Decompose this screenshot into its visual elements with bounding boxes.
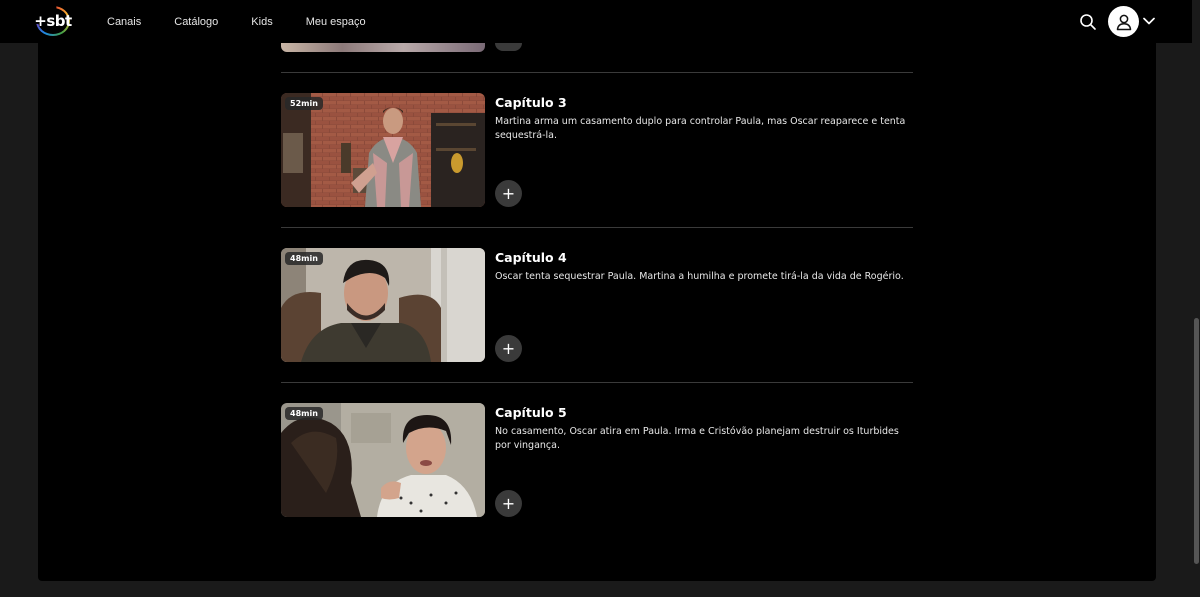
previous-episode-add-button[interactable] [495,43,522,51]
episode-divider [281,72,913,73]
episode-4-image [281,248,485,362]
top-navigation-bar: +sbt Canais Catálogo Kids Meu espaço [0,0,1200,43]
add-to-list-button[interactable]: + [495,180,522,207]
episode-title[interactable]: Capítulo 4 [495,250,567,265]
logo-text: +sbt [34,12,72,30]
previous-episode-thumbnail[interactable] [281,43,485,52]
episode-thumbnail[interactable]: 48min [281,248,485,362]
episode-thumbnail[interactable]: 48min [281,403,485,517]
sbt-logo[interactable]: +sbt [34,6,72,36]
search-icon[interactable] [1079,13,1097,31]
user-icon [1116,14,1131,30]
scrollbar-thumb[interactable] [1194,318,1199,564]
duration-badge: 48min [285,407,323,420]
episode-description: Oscar tenta sequestrar Paula. Martina a … [495,271,904,282]
episode-description: Martina arma um casamento duplo para con… [495,116,906,141]
chevron-down-icon[interactable] [1142,15,1156,27]
episode-divider [281,227,913,228]
nav-item-canais[interactable]: Canais [107,16,141,28]
profile-avatar-button[interactable] [1108,6,1139,37]
plus-icon: + [501,493,516,513]
episode-item-5: 48min Capítulo 5 No casamento, Oscar ati… [281,403,913,517]
add-to-list-button[interactable]: + [495,335,522,362]
plus-icon: + [501,183,516,203]
episode-item-4: 48min Capítulo 4 Oscar tenta sequestrar … [281,248,913,362]
duration-badge: 52min [285,97,323,110]
episode-thumbnail[interactable]: 52min [281,93,485,207]
add-to-list-button[interactable]: + [495,490,522,517]
nav-item-kids[interactable]: Kids [251,16,272,28]
episode-title[interactable]: Capítulo 3 [495,95,567,110]
episode-description: No casamento, Oscar atira em Paula. Irma… [495,426,899,451]
duration-badge: 48min [285,252,323,265]
episode-divider [281,382,913,383]
episode-3-image [281,93,485,207]
nav-item-catalogo[interactable]: Catálogo [174,16,218,28]
main-nav: Canais Catálogo Kids Meu espaço [107,0,399,43]
episode-item-3: 52min Capítulo 3 Martina arma um casamen… [281,93,913,207]
nav-item-meu-espaco[interactable]: Meu espaço [306,16,366,28]
plus-icon: + [501,338,516,358]
episode-title[interactable]: Capítulo 5 [495,405,567,420]
episode-5-image [281,403,485,517]
